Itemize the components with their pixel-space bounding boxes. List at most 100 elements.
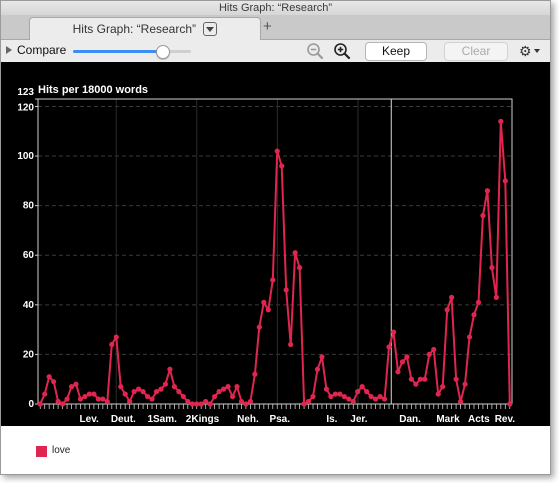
data-point [377,393,383,400]
hits-graph-window: Hits Graph: “Research” Hits Graph: “Rese… [0,0,551,475]
data-point [153,389,160,395]
y-tick-label: 123 [17,87,34,98]
legend-swatch-love [36,446,47,457]
data-point [350,398,356,405]
data-point [77,396,84,402]
data-point [194,401,200,407]
x-tick-label: Acts [468,414,490,425]
data-point [364,389,370,395]
data-point [220,386,227,392]
x-tick-label: Mark [436,414,460,425]
data-point [171,384,177,390]
x-tick-label: Neh. [237,414,259,425]
data-point [95,396,101,402]
data-point [189,401,195,407]
series-line-love [39,120,511,405]
hits-chart[interactable]: Hits per 18000 words 0 20 40 60 80 100 120 123 Le… [1,62,550,426]
data-point [73,381,79,387]
y-tick-label: 40 [23,300,35,311]
tab-menu-chevron-icon[interactable] [203,21,218,36]
tab-bar: Hits Graph: “Research” + [1,15,550,40]
data-point [274,148,280,154]
data-point [386,344,392,350]
y-tick-label: 100 [17,151,34,162]
y-tick-label: 80 [23,201,35,212]
data-point [462,381,468,387]
compare-label[interactable]: Compare [17,43,66,57]
data-point [136,386,142,392]
data-point [337,391,343,397]
data-point [283,287,289,293]
data-point [489,265,495,271]
data-point [68,384,75,390]
zoom-in-icon[interactable] [333,42,351,60]
data-point [426,351,432,358]
data-point [42,391,48,397]
data-point [484,188,491,194]
data-point [301,401,307,407]
data-point [118,384,124,390]
data-point [368,393,374,400]
data-point [37,401,43,407]
data-point [229,393,236,400]
keep-button[interactable]: Keep [365,42,427,61]
data-point [122,391,128,397]
data-point [198,401,204,407]
data-point [203,398,209,405]
data-point [417,376,423,382]
data-point [256,324,262,330]
data-point [422,376,428,382]
data-point [207,401,213,407]
clear-button[interactable]: Clear [444,42,508,61]
legend: love [1,426,550,474]
data-point [444,307,450,313]
y-tick-label: 60 [23,250,35,261]
compare-slider-knob[interactable] [155,45,170,59]
y-tick-label: 0 [28,399,34,410]
gear-menu-chevron-icon[interactable] [534,49,540,53]
data-point [413,381,419,387]
y-tick-label: 120 [17,102,34,113]
x-tick-label: Psa. [269,414,290,425]
x-tick-label: Lev. [80,414,99,425]
data-point [431,346,437,353]
toolbar: Compare Keep Clear ⚙ [1,40,550,62]
x-tick-label: Deut. [111,414,136,425]
data-point [225,384,231,390]
disclosure-triangle-icon[interactable] [6,46,12,54]
data-point [131,389,137,395]
data-point [296,265,303,271]
plot-frame [37,98,513,405]
data-point [64,396,70,402]
data-point [104,398,110,405]
data-point [328,393,334,400]
zoom-out-icon[interactable] [306,42,324,60]
chart-title: Hits per 18000 words [38,84,148,96]
data-point [279,163,285,169]
data-point [238,398,245,405]
plot-area: Hits per 18000 words 0 20 40 60 80 100 120 123 Le… [1,62,550,426]
x-tick-label: Is. [326,414,337,425]
y-tick-label: 20 [23,349,35,360]
data-point [466,334,473,340]
data-point [305,398,312,405]
data-point [288,341,294,348]
legend-label-love: love [52,445,71,456]
data-point [140,389,146,395]
data-point [185,398,191,405]
data-point [480,212,486,219]
data-point [408,376,414,382]
data-point [404,354,410,360]
compare-slider[interactable] [73,45,191,59]
tab-hits-graph[interactable]: Hits Graph: “Research” [29,17,261,40]
plus-icon[interactable]: + [263,18,272,36]
data-point [261,299,267,305]
data-point [59,401,66,407]
tab-title: Hits Graph: “Research” [72,22,197,36]
data-point [51,379,57,385]
x-tick-label: 2Kings [186,414,220,425]
gear-icon[interactable]: ⚙ [519,43,532,59]
data-point [355,389,361,395]
data-point [453,376,459,382]
data-point [216,389,222,395]
